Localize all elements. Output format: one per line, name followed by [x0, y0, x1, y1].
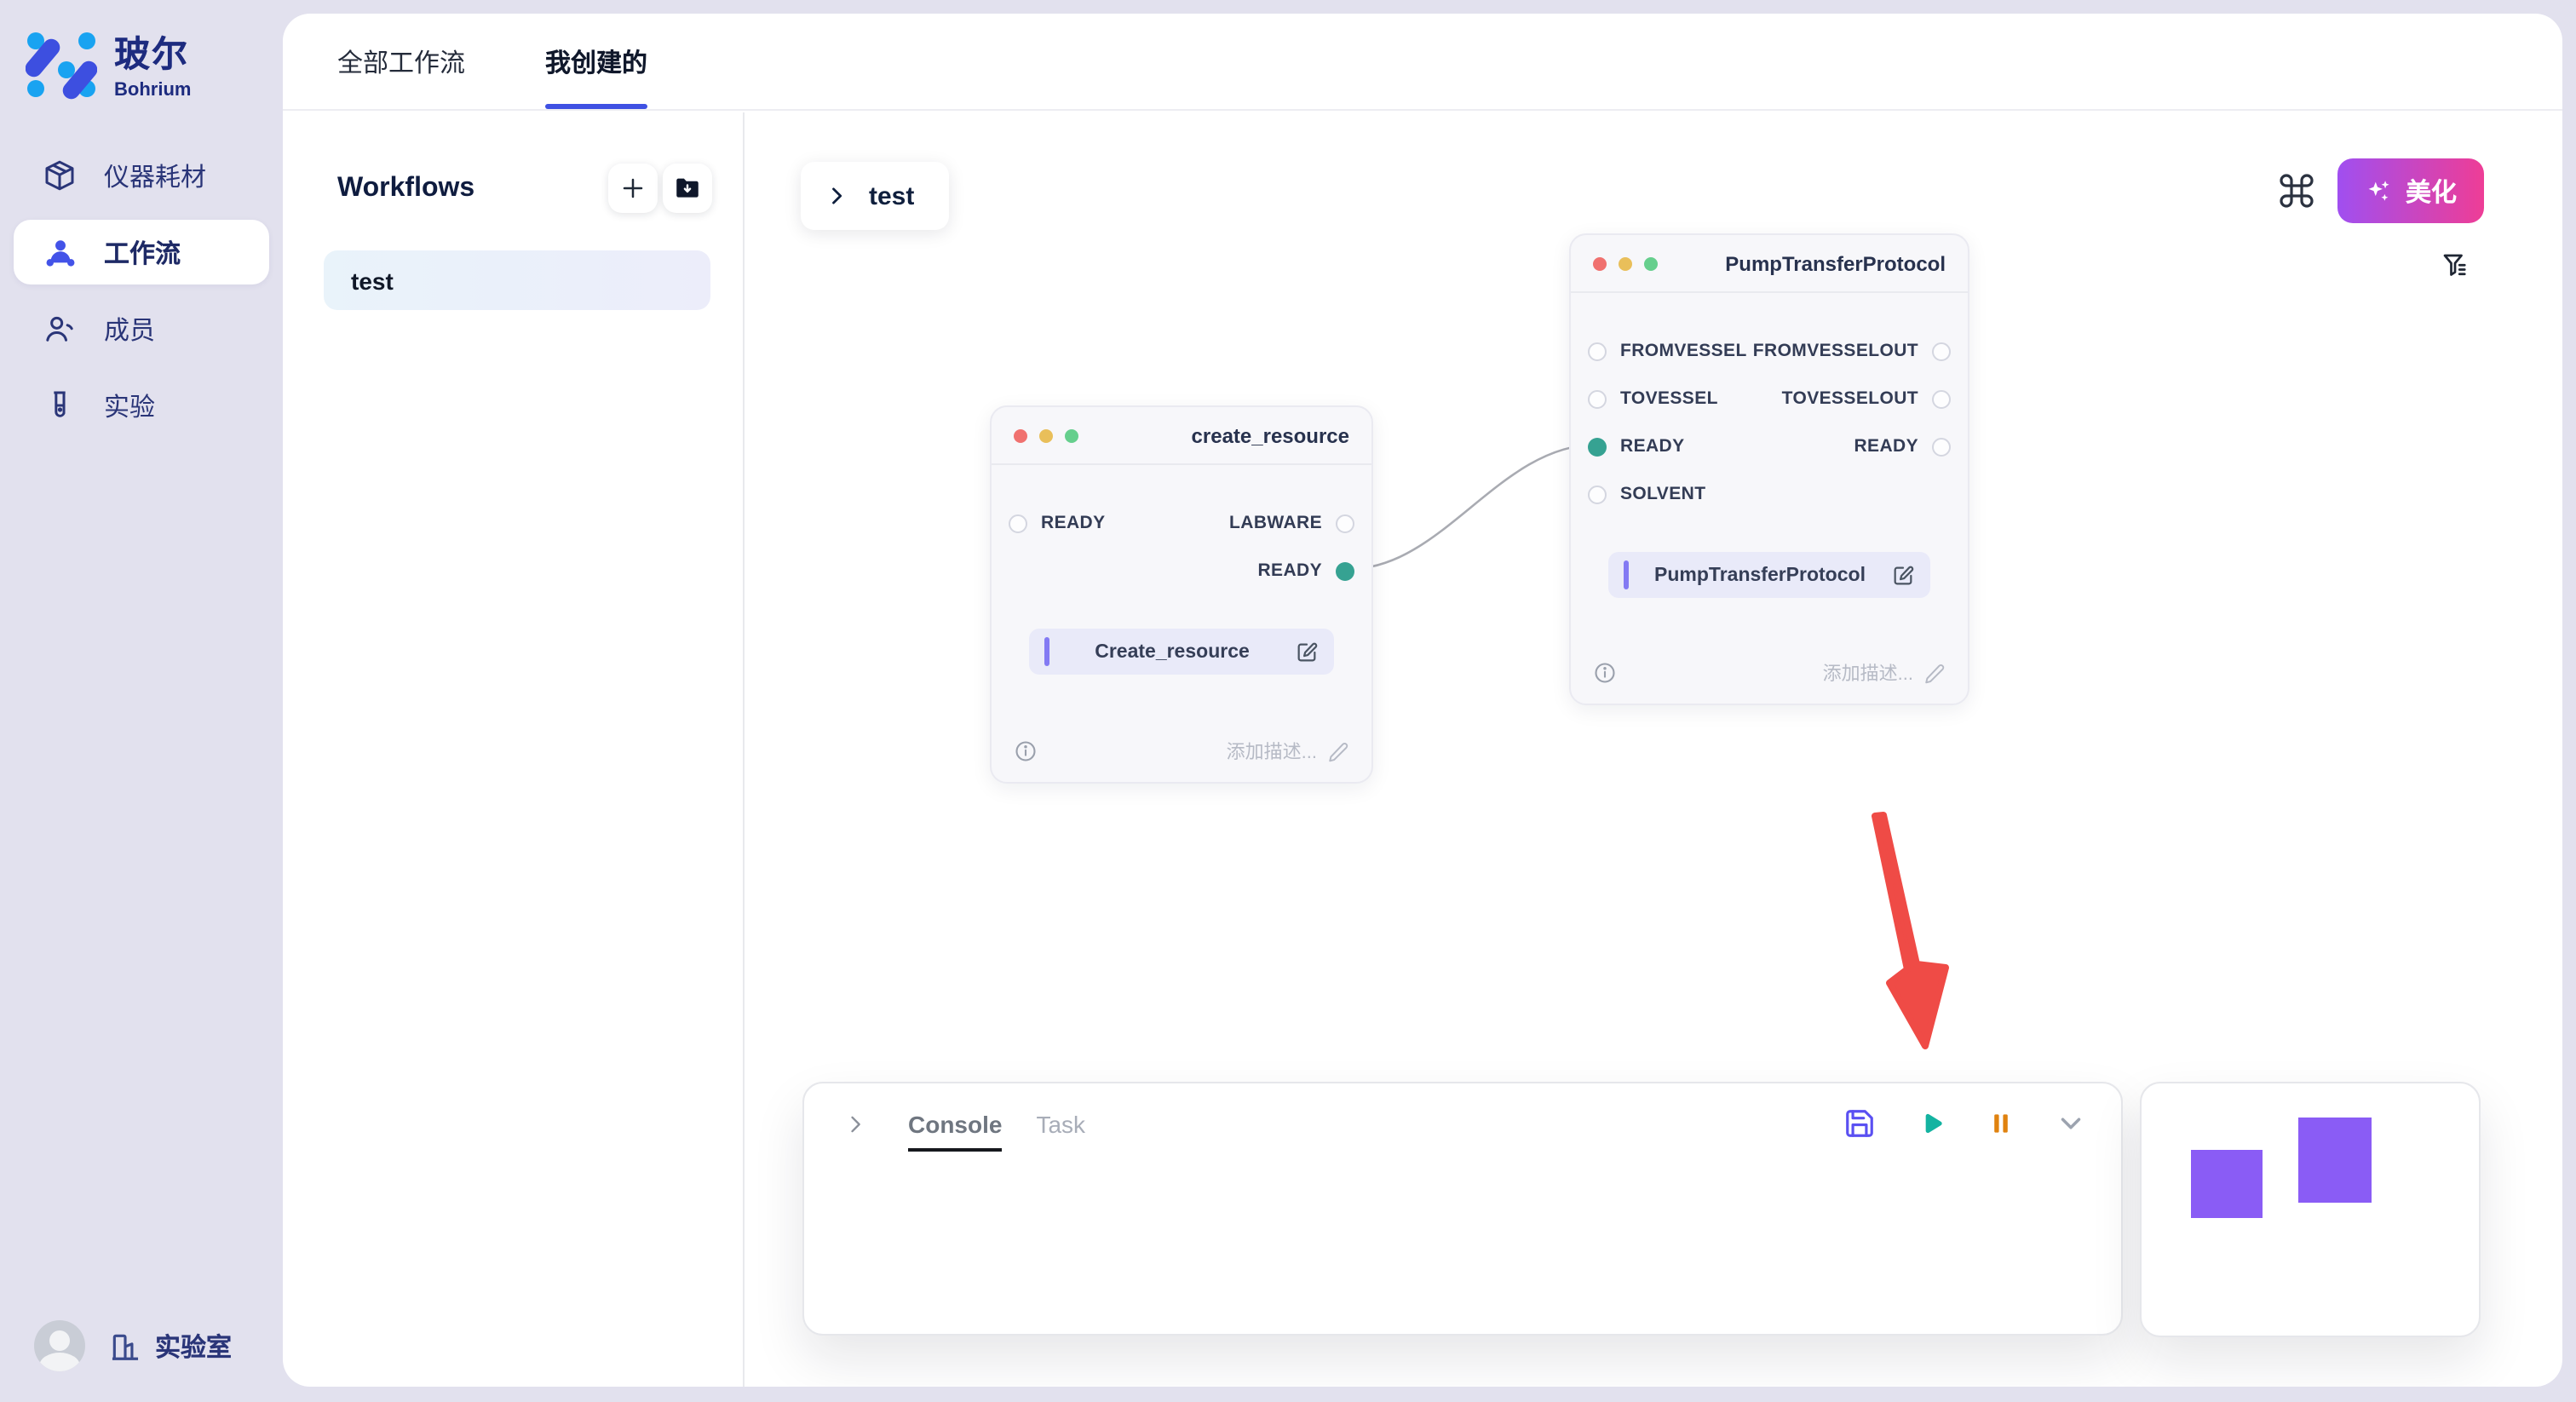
workflow-tabs: 全部工作流 我创建的	[283, 14, 2562, 111]
sidebar-nav: 仪器耗材 工作流 成员	[14, 143, 269, 450]
brand-name-en: Bohrium	[114, 80, 191, 101]
port-circle[interactable]	[1588, 389, 1607, 408]
pencil-icon	[1923, 662, 1946, 684]
output-port-labware[interactable]: LABWARE	[1229, 513, 1354, 533]
save-button[interactable]	[1843, 1107, 1876, 1140]
members-icon	[41, 310, 78, 348]
minimap-node	[2298, 1118, 2372, 1203]
console-tab[interactable]: Console	[908, 1110, 1002, 1151]
window-dot-green	[1065, 428, 1078, 442]
input-port-tovessel[interactable]: TOVESSEL	[1588, 388, 1718, 409]
workflow-icon	[41, 233, 78, 271]
port-circle-connected[interactable]	[1336, 561, 1354, 580]
main-panel: 全部工作流 我创建的 Workflows	[283, 14, 2562, 1387]
window-dot-red	[1593, 256, 1607, 270]
filter-icon[interactable]	[2440, 250, 2470, 281]
pencil-icon	[1327, 740, 1349, 762]
annotation-arrow	[1875, 815, 1946, 1046]
output-port-ready[interactable]: READY	[1854, 436, 1951, 457]
output-port-fromvesselout[interactable]: FROMVESSELOUT	[1753, 341, 1951, 361]
tab-all-workflows[interactable]: 全部工作流	[337, 44, 465, 109]
breadcrumb-label: test	[869, 181, 914, 210]
node-description[interactable]: 添加描述...	[1823, 659, 1946, 687]
workflow-list-item-test[interactable]: test	[324, 250, 710, 310]
collapse-console-icon[interactable]	[2055, 1107, 2087, 1140]
minimap[interactable]	[2140, 1082, 2481, 1337]
tab-my-created[interactable]: 我创建的	[545, 44, 647, 109]
bohrium-logo-icon	[26, 28, 97, 100]
console-panel: Console Task	[802, 1082, 2123, 1336]
package-icon	[41, 157, 78, 194]
node-function-pill[interactable]: Create_resource	[1029, 629, 1334, 675]
sidebar-item-instruments[interactable]: 仪器耗材	[14, 143, 269, 208]
building-icon	[109, 1330, 141, 1362]
workflows-panel: Workflows test	[283, 112, 745, 1387]
command-icon[interactable]	[2276, 170, 2317, 211]
pause-button[interactable]	[1987, 1109, 2015, 1138]
sparkles-icon	[2365, 176, 2394, 205]
brand-name-zh: 玻尔	[114, 27, 191, 78]
beautify-button[interactable]: 美化	[2337, 158, 2484, 223]
port-circle[interactable]	[1336, 514, 1354, 532]
port-circle[interactable]	[1932, 437, 1951, 456]
experiment-icon	[41, 387, 78, 424]
port-circle[interactable]	[1932, 342, 1951, 360]
window-dots	[1014, 428, 1078, 442]
plus-icon	[620, 175, 646, 201]
port-circle[interactable]	[1588, 342, 1607, 360]
node-create-resource[interactable]: create_resource READY LABWARE	[990, 405, 1373, 784]
input-port-ready[interactable]: READY	[1588, 436, 1685, 457]
window-dot-yellow	[1619, 256, 1632, 270]
app-root: 玻尔 Bohrium 仪器耗材 工作流	[0, 0, 2576, 1402]
node-pump-transfer-protocol[interactable]: PumpTransferProtocol FROMVESSEL FROMVESS…	[1569, 233, 1969, 705]
task-tab[interactable]: Task	[1036, 1110, 1085, 1151]
sidebar-footer: 实验室	[34, 1320, 232, 1371]
input-port-solvent[interactable]: SOLVENT	[1588, 484, 1705, 504]
minimap-node	[2191, 1150, 2263, 1218]
node-description[interactable]: 添加描述...	[1227, 738, 1349, 765]
sidebar-item-label: 实验	[104, 388, 155, 423]
brand-logo: 玻尔 Bohrium	[26, 27, 191, 101]
chevron-right-icon	[825, 184, 848, 208]
port-circle[interactable]	[1009, 514, 1027, 532]
sidebar-item-label: 工作流	[104, 234, 181, 270]
run-button[interactable]	[1915, 1107, 1947, 1140]
sidebar-item-label: 仪器耗材	[104, 158, 206, 193]
input-port-ready[interactable]: READY	[1009, 513, 1106, 533]
node-title: PumpTransferProtocol	[1658, 251, 1946, 275]
connection-edge	[1349, 445, 1596, 569]
sidebar-item-workflow[interactable]: 工作流	[14, 220, 269, 284]
output-port-ready[interactable]: READY	[1257, 560, 1354, 581]
workflows-title: Workflows	[337, 173, 474, 204]
node-title: create_resource	[1078, 423, 1349, 447]
lab-label: 实验室	[155, 1328, 232, 1364]
edit-icon[interactable]	[1891, 563, 1915, 587]
input-port-fromvessel[interactable]: FROMVESSEL	[1588, 341, 1747, 361]
port-circle[interactable]	[1588, 485, 1607, 503]
sidebar-item-members[interactable]: 成员	[14, 296, 269, 361]
folder-import-icon	[673, 174, 702, 203]
window-dot-yellow	[1039, 428, 1053, 442]
info-icon[interactable]	[1014, 739, 1038, 763]
flow-canvas[interactable]: test 美化	[745, 112, 2562, 1387]
window-dot-red	[1014, 428, 1027, 442]
node-function-pill[interactable]: PumpTransferProtocol	[1608, 552, 1930, 598]
output-port-tovesselout[interactable]: TOVESSELOUT	[1782, 388, 1951, 409]
edit-icon[interactable]	[1295, 640, 1319, 664]
add-workflow-button[interactable]	[608, 164, 658, 213]
import-workflow-button[interactable]	[663, 164, 712, 213]
sidebar-item-label: 成员	[104, 311, 155, 347]
info-icon[interactable]	[1593, 661, 1617, 685]
window-dots	[1593, 256, 1658, 270]
avatar[interactable]	[34, 1320, 85, 1371]
breadcrumb[interactable]: test	[801, 162, 948, 230]
port-circle[interactable]	[1932, 389, 1951, 408]
port-circle-connected[interactable]	[1588, 437, 1607, 456]
window-dot-green	[1644, 256, 1658, 270]
sidebar: 玻尔 Bohrium 仪器耗材 工作流	[0, 0, 283, 1402]
sidebar-item-experiments[interactable]: 实验	[14, 373, 269, 438]
lab-switcher[interactable]: 实验室	[109, 1328, 232, 1364]
console-expand-icon[interactable]	[843, 1112, 867, 1135]
beautify-label: 美化	[2406, 173, 2457, 209]
